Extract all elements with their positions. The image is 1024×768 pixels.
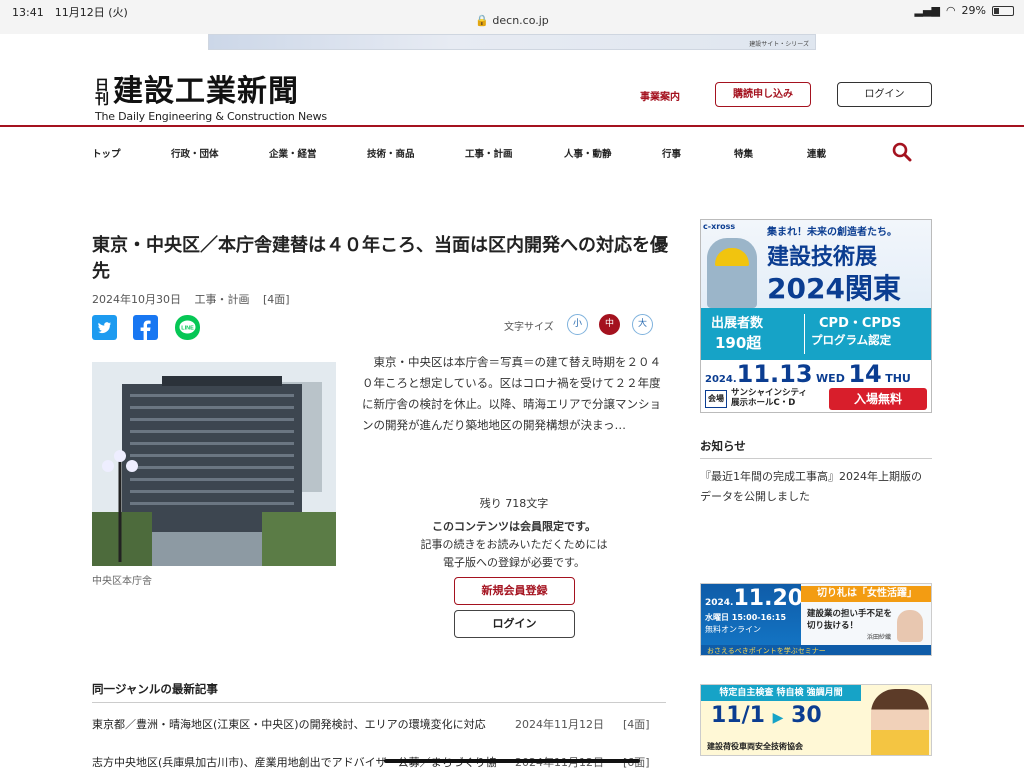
twitter-icon [98, 322, 111, 334]
line-share-button[interactable]: LINE [175, 315, 200, 340]
photo-caption: 中央区本庁舎 [92, 576, 152, 587]
nav-item-government[interactable]: 行政・団体 [171, 146, 219, 160]
members-only-notice: このコンテンツは会員限定です。 記事の続きをお読みいただくためには 電子版への登… [420, 520, 608, 569]
article-login-button[interactable]: ログイン [454, 610, 575, 638]
notice-divider [700, 458, 932, 459]
nav-item-people[interactable]: 人事・動静 [564, 146, 612, 160]
top-banner-ad[interactable]: 建設サイト・シリーズ [208, 34, 816, 50]
battery-percent: 29% [961, 4, 986, 17]
expo-ad[interactable]: c-xross 集まれ！未来の創造者たち。 建設技術展 2024関東 出展者数 … [700, 219, 932, 413]
facebook-icon [140, 320, 151, 340]
signal-icon: ▂▄▆ [914, 4, 940, 17]
font-size-large-button[interactable]: 大 [632, 314, 653, 335]
facebook-share-button[interactable] [133, 315, 158, 340]
address-bar[interactable]: 🔒 decn.co.jp [0, 14, 1024, 27]
remaining-chars: 残り 718文字 [479, 497, 549, 510]
inspection-ad[interactable]: 特定自主検査 特自検 強調月間 11/1 ▶ 30 建設荷役車両安全技術協会 [700, 684, 932, 756]
business-info-link[interactable]: 事業案内 [640, 88, 680, 103]
register-button[interactable]: 新規会員登録 [454, 577, 575, 605]
members-only-title: このコンテンツは会員限定です。 [432, 520, 596, 533]
nav-item-construction[interactable]: 工事・計画 [465, 146, 513, 160]
font-size-medium-button[interactable]: 中 [599, 314, 620, 335]
arrow-right-icon: ▶ [772, 710, 784, 726]
article-photo [92, 362, 336, 566]
lock-icon: 🔒 [475, 14, 489, 27]
building-illustration [92, 362, 336, 566]
site-logo[interactable]: 日刊 建設工業新聞 The Daily Engineering & Constru… [95, 66, 327, 123]
nav-item-technology[interactable]: 技術・商品 [367, 146, 415, 160]
latest-divider [92, 702, 666, 703]
article-lead: 東京・中央区は本庁舎＝写真＝の建て替え時期を２０４０年ころと想定している。区はコ… [362, 355, 661, 432]
battery-icon [992, 5, 1014, 16]
subscribe-button[interactable]: 購読申し込み [715, 82, 811, 107]
status-bar: 13:41 11月12日 (火) 🔒 decn.co.jp ▂▄▆ ◠ 29% [0, 0, 1024, 34]
nav-item-series[interactable]: 連載 [807, 146, 826, 160]
header-login-button[interactable]: ログイン [837, 82, 932, 107]
notice-heading: お知らせ [700, 439, 746, 453]
header-divider [0, 125, 1024, 127]
nav-item-features[interactable]: 特集 [734, 146, 753, 160]
main-nav: トップ 行政・団体 企業・経営 技術・商品 工事・計画 人事・動静 行事 特集 … [0, 140, 1024, 164]
status-indicators: ▂▄▆ ◠ 29% [915, 4, 1014, 17]
article-page: [4面] [263, 293, 290, 306]
model-photo [871, 689, 929, 755]
nav-item-events[interactable]: 行事 [662, 146, 681, 160]
svg-text:LINE: LINE [181, 326, 194, 332]
nav-item-business[interactable]: 企業・経営 [269, 146, 317, 160]
latest-row[interactable]: 東京都／豊洲・晴海地区(江東区・中央区)の開発検討、エリアの環境変化に対応 20… [92, 716, 666, 732]
home-indicator[interactable] [384, 759, 640, 763]
article-meta: 2024年10月30日 工事・計画 [4面] [92, 291, 300, 307]
seminar-ad[interactable]: 2024.11.20 水曜日 15:00-16:15 無料オンライン 切り札は「… [700, 583, 932, 656]
font-size-small-button[interactable]: 小 [567, 314, 588, 335]
notice-link[interactable]: 『最近1年間の完成工事高』2024年上期版のデータを公開しました [700, 467, 932, 507]
wifi-icon: ◠ [945, 4, 956, 17]
twitter-share-button[interactable] [92, 315, 117, 340]
speaker-photo [897, 610, 923, 642]
nav-item-top[interactable]: トップ [92, 146, 121, 160]
article-title: 東京・中央区／本庁舎建替は４０年ころ、当面は区内開発への対応を優先 [92, 235, 668, 282]
latest-heading: 同一ジャンルの最新記事 [92, 682, 218, 696]
search-icon[interactable] [892, 142, 912, 162]
article-category[interactable]: 工事・計画 [195, 293, 250, 306]
font-size-label: 文字サイズ [504, 322, 554, 333]
line-icon: LINE [179, 320, 196, 334]
article-date: 2024年10月30日 [92, 293, 181, 306]
